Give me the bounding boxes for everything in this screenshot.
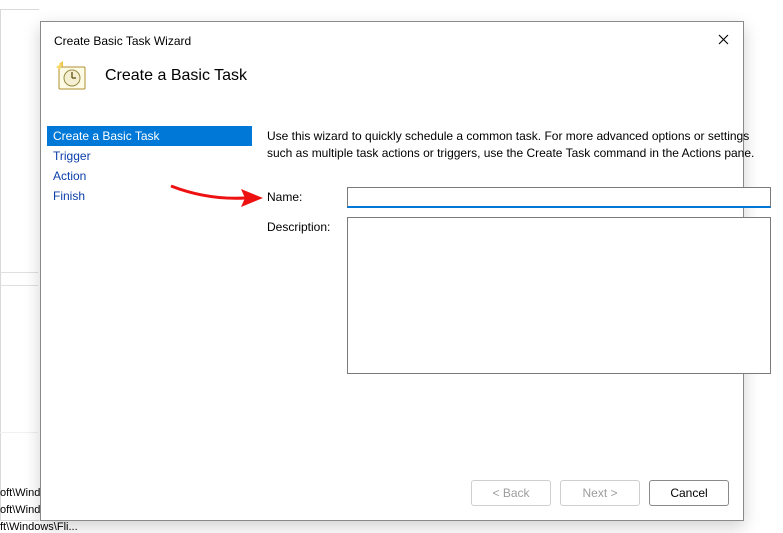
step-action[interactable]: Action — [47, 166, 252, 186]
page-title: Create a Basic Task — [105, 67, 247, 85]
wizard-steps: Create a Basic Task Trigger Action Finis… — [47, 126, 252, 206]
cancel-button[interactable]: Cancel — [649, 480, 729, 506]
background-divider — [0, 285, 38, 286]
background-divider — [0, 432, 38, 433]
wizard-header-icon — [56, 61, 88, 93]
background-tree-panel — [0, 9, 39, 521]
description-input[interactable] — [347, 217, 771, 374]
background-text: ft\Windows\Fli... — [0, 521, 78, 533]
back-button: < Back — [471, 480, 551, 506]
titlebar: Create Basic Task Wizard — [41, 22, 743, 45]
step-create-basic-task[interactable]: Create a Basic Task — [47, 126, 252, 146]
close-button[interactable] — [709, 28, 737, 50]
wizard-instruction-text: Use this wizard to quickly schedule a co… — [267, 128, 773, 162]
description-label: Description: — [267, 220, 330, 234]
step-trigger[interactable]: Trigger — [47, 146, 252, 166]
background-divider — [0, 272, 38, 273]
close-icon — [718, 34, 729, 45]
next-button: Next > — [560, 480, 640, 506]
name-label: Name: — [267, 190, 302, 204]
step-finish[interactable]: Finish — [47, 186, 252, 206]
window-title: Create Basic Task Wizard — [54, 34, 191, 48]
create-basic-task-wizard-dialog: Create Basic Task Wizard Create a Basic … — [40, 21, 744, 521]
name-input[interactable] — [347, 187, 771, 208]
